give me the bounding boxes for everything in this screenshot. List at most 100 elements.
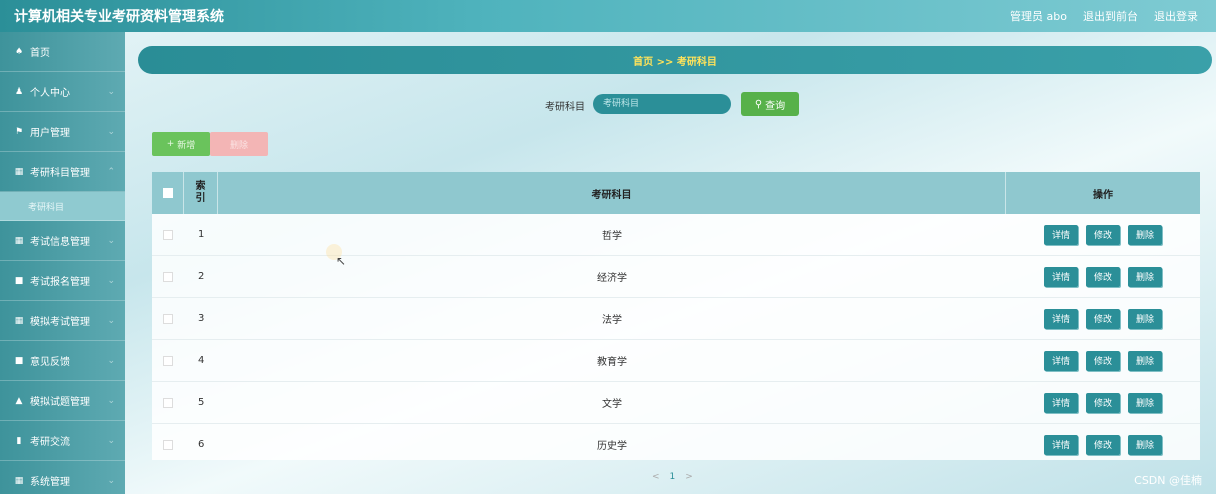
edit-button[interactable]: 修改 <box>1085 266 1120 287</box>
watermark: CSDN @佳楠 <box>1134 474 1202 487</box>
exit-front-link[interactable]: 退出到前台 <box>1083 8 1138 24</box>
table-row: 3 法学 详情 修改 删除 <box>152 298 1200 340</box>
detail-button[interactable]: 详情 <box>1043 266 1078 287</box>
row-index: 5 <box>198 397 205 408</box>
detail-button[interactable]: 详情 <box>1043 434 1078 455</box>
pager-next[interactable]: > <box>685 472 693 482</box>
top-bar: 计算机相关专业考研资料管理系统 管理员 abo 退出到前台 退出登录 <box>0 0 1216 32</box>
delete-button[interactable]: 删除 <box>1128 350 1163 371</box>
sidebar-item-system[interactable]: ▦ 系统管理 ⌄ <box>0 461 125 494</box>
add-button-label: 新增 <box>177 140 196 151</box>
grid-icon: ▦ <box>14 166 24 177</box>
search-input[interactable] <box>593 94 731 114</box>
row-ops: 详情 修改 删除 <box>1006 424 1200 460</box>
chevron-down-icon: ⌄ <box>107 126 115 137</box>
delete-button[interactable]: 删除 <box>1128 224 1163 245</box>
top-right-links: 管理员 abo 退出到前台 退出登录 <box>1010 8 1198 24</box>
select-all-checkbox[interactable] <box>162 188 173 198</box>
breadcrumb: 首页 >> 考研科目 <box>138 46 1212 74</box>
edit-button[interactable]: 修改 <box>1085 224 1120 245</box>
sidebar-item-mock-questions[interactable]: ▲ 模拟试题管理 ⌄ <box>0 381 125 421</box>
row-index: 4 <box>198 355 205 366</box>
sidebar-item-label: 意见反馈 <box>30 357 70 368</box>
sidebar-item-home[interactable]: ♠ 首页 <box>0 32 125 72</box>
delete-button[interactable]: 删除 <box>1128 266 1163 287</box>
table-row: 2 经济学 详情 修改 删除 <box>152 256 1200 298</box>
admin-label: 管理员 abo <box>1010 10 1067 23</box>
chevron-down-icon: ⌄ <box>107 475 115 486</box>
grid-icon: ▦ <box>14 315 24 326</box>
sidebar-item-label: 考研交流 <box>30 437 70 448</box>
header-ops: 操作 <box>1093 189 1113 201</box>
app-window: 计算机相关专业考研资料管理系统 管理员 abo 退出到前台 退出登录 ♠ 首页 … <box>0 0 1216 494</box>
edit-button[interactable]: 修改 <box>1085 392 1120 413</box>
row-ops: 详情 修改 删除 <box>1006 382 1200 423</box>
logout-link[interactable]: 退出登录 <box>1154 8 1198 24</box>
pager-prev[interactable]: < <box>652 472 660 482</box>
sidebar-item-label: 用户管理 <box>30 128 70 139</box>
batch-delete-button[interactable]: 删除 <box>210 132 268 156</box>
sidebar-item-subjects[interactable]: ▦ 考研科目管理 ⌃ <box>0 152 125 192</box>
header-subject: 考研科目 <box>218 172 1006 214</box>
sidebar-item-exam-info[interactable]: ▦ 考试信息管理 ⌄ <box>0 221 125 261</box>
table-row: 1 哲学 详情 修改 删除 <box>152 214 1200 256</box>
search-icon: ⚲ <box>754 98 763 110</box>
row-ops: 详情 修改 删除 <box>1006 298 1200 339</box>
chevron-down-icon: ⌄ <box>107 235 115 246</box>
app-title: 计算机相关专业考研资料管理系统 <box>14 9 224 25</box>
chevron-down-icon: ⌄ <box>107 275 115 286</box>
chevron-down-icon: ⌄ <box>107 355 115 366</box>
chevron-down-icon: ⌄ <box>107 315 115 326</box>
row-checkbox[interactable] <box>163 355 173 366</box>
header-index: 索引 <box>184 172 218 214</box>
plus-icon: + <box>166 139 175 149</box>
edit-button[interactable]: 修改 <box>1085 308 1120 329</box>
grid-icon: ▦ <box>14 235 24 246</box>
sidebar-item-registration[interactable]: ■ 考试报名管理 ⌄ <box>0 261 125 301</box>
detail-button[interactable]: 详情 <box>1043 350 1078 371</box>
delete-button[interactable]: 删除 <box>1128 308 1163 329</box>
row-checkbox[interactable] <box>163 397 173 408</box>
mouse-cursor-icon: ↖ <box>336 254 347 268</box>
add-button[interactable]: + 新增 <box>152 132 210 156</box>
table-row: 5 文学 详情 修改 删除 <box>152 382 1200 424</box>
table-row: 6 历史学 详情 修改 删除 <box>152 424 1200 460</box>
table-row: 4 教育学 详情 修改 删除 <box>152 340 1200 382</box>
delete-button[interactable]: 删除 <box>1128 392 1163 413</box>
submenu-item-subjects[interactable]: 考研科目 <box>0 192 125 221</box>
row-subject: 文学 <box>602 399 622 410</box>
row-index: 2 <box>198 271 205 282</box>
sidebar-item-users[interactable]: ⚑ 用户管理 ⌄ <box>0 112 125 152</box>
row-checkbox[interactable] <box>163 229 173 240</box>
grid-icon: ▦ <box>14 475 24 486</box>
row-ops: 详情 修改 删除 <box>1006 256 1200 297</box>
chevron-down-icon: ⌄ <box>107 395 115 406</box>
search-row: 考研科目 ⚲ 查询 <box>0 92 1216 118</box>
edit-button[interactable]: 修改 <box>1085 350 1120 371</box>
detail-button[interactable]: 详情 <box>1043 224 1078 245</box>
row-index: 3 <box>198 313 205 324</box>
sidebar-item-feedback[interactable]: ■ 意见反馈 ⌄ <box>0 341 125 381</box>
row-index: 6 <box>198 439 205 450</box>
detail-button[interactable]: 详情 <box>1043 392 1078 413</box>
row-subject: 教育学 <box>597 357 627 368</box>
pagination: < 1 > <box>652 472 693 482</box>
header-checkbox-cell <box>152 172 184 214</box>
row-checkbox[interactable] <box>163 271 173 282</box>
row-index: 1 <box>198 229 205 240</box>
pager-current[interactable]: 1 <box>670 472 676 482</box>
doc-icon: ■ <box>14 275 24 286</box>
row-subject: 法学 <box>602 315 622 326</box>
sidebar-item-label: 首页 <box>30 48 50 59</box>
search-button[interactable]: ⚲ 查询 <box>741 92 799 116</box>
chevron-up-icon: ⌃ <box>107 166 115 177</box>
sidebar-item-forum[interactable]: ▮ 考研交流 ⌄ <box>0 421 125 461</box>
sidebar-item-mock-exam[interactable]: ▦ 模拟考试管理 ⌄ <box>0 301 125 341</box>
delete-button[interactable]: 删除 <box>1128 434 1163 455</box>
row-checkbox[interactable] <box>163 439 173 450</box>
table-header: 索引 考研科目 操作 <box>152 172 1200 214</box>
detail-button[interactable]: 详情 <box>1043 308 1078 329</box>
row-checkbox[interactable] <box>163 313 173 324</box>
edit-button[interactable]: 修改 <box>1085 434 1120 455</box>
subjects-table: 索引 考研科目 操作 1 哲学 详情 修改 删除 2 经济学 详情 修改 删除 <box>152 172 1200 460</box>
